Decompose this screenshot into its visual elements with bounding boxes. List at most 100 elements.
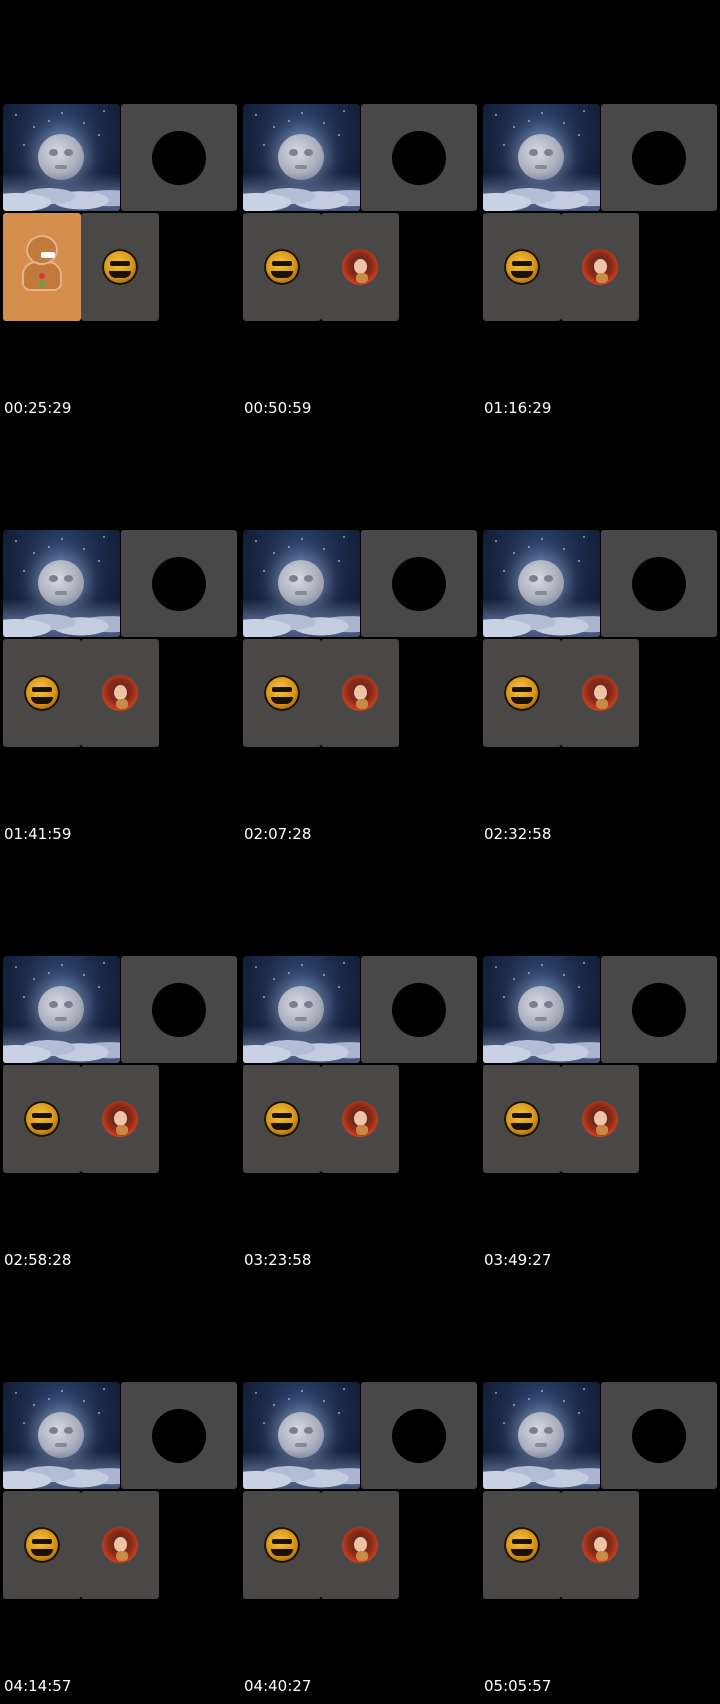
star-icon [528, 972, 530, 974]
star-icon [255, 540, 257, 542]
timestamp-label: 02:58:28 [4, 1251, 72, 1269]
star-icon [528, 1398, 530, 1400]
participant-tile [561, 1065, 639, 1173]
star-icon [541, 538, 543, 540]
star-icon [61, 538, 63, 540]
star-icon [503, 144, 505, 146]
participant-tile [321, 1065, 399, 1173]
black-circle-icon [632, 131, 686, 185]
star-icon [33, 552, 35, 554]
moon-eye [304, 1001, 313, 1008]
thumbnail-cell[interactable]: 03:23:58 [240, 852, 480, 1278]
thumbnail-cell[interactable]: 02:58:28 [0, 852, 240, 1278]
star-icon [23, 144, 25, 146]
moon-eye [544, 1427, 553, 1434]
star-icon [323, 1400, 325, 1402]
timestamp-label: 02:07:28 [244, 825, 312, 843]
participant-tile [321, 639, 399, 747]
pumpkin-avatar-icon [504, 675, 540, 711]
moon-eye [64, 1427, 73, 1434]
star-icon [23, 1422, 25, 1424]
pumpkin-avatar-icon [24, 1101, 60, 1137]
moon-cloud-tile [243, 104, 360, 211]
star-icon [563, 122, 565, 124]
ring-tile [601, 956, 717, 1063]
redhair-avatar-icon [342, 675, 378, 711]
star-icon [528, 120, 530, 122]
star-icon [288, 546, 290, 548]
thumbnail-cell[interactable]: 01:41:59 [0, 426, 240, 852]
timestamp-label: 03:23:58 [244, 1251, 312, 1269]
moon-eye [304, 575, 313, 582]
timestamp-label: 05:05:57 [484, 1677, 552, 1695]
black-circle-icon [152, 557, 206, 611]
black-circle-icon [392, 1409, 446, 1463]
timestamp-label: 00:50:59 [244, 399, 312, 417]
thumbnail-cell[interactable]: 01:16:29 [480, 0, 720, 426]
star-icon [301, 112, 303, 114]
star-icon [578, 986, 580, 988]
moon-cloud-tile [243, 956, 360, 1063]
star-icon [583, 962, 585, 964]
star-icon [273, 552, 275, 554]
redhair-avatar-icon [342, 249, 378, 285]
star-icon [15, 1392, 17, 1394]
ring-tile [121, 956, 237, 1063]
cloud-icon [3, 599, 120, 637]
star-icon [273, 1404, 275, 1406]
black-circle-icon [392, 983, 446, 1037]
moon-eye [529, 149, 538, 156]
star-icon [255, 966, 257, 968]
redhair-avatar-icon [582, 675, 618, 711]
star-icon [98, 986, 100, 988]
cloud-icon [243, 173, 360, 211]
moon-mouth [535, 1443, 547, 1447]
moon-eye [529, 575, 538, 582]
moon-eye [544, 1001, 553, 1008]
moon-mouth [55, 591, 67, 595]
black-circle-icon [152, 1409, 206, 1463]
thumbnail-cell[interactable]: 05:05:57 [480, 1278, 720, 1704]
thumbnail-cell[interactable]: 03:49:27 [480, 852, 720, 1278]
moon-eye [289, 575, 298, 582]
gingerbread-head [26, 235, 58, 265]
thumbnail-cell[interactable]: 04:40:27 [240, 1278, 480, 1704]
participant-tile [3, 1491, 81, 1599]
moon-cloud-tile [483, 956, 600, 1063]
thumbnail-cell[interactable]: 02:07:28 [240, 426, 480, 852]
cloud-icon [3, 173, 120, 211]
black-circle-icon [392, 131, 446, 185]
gingerbread-button [39, 281, 45, 287]
participant-tile [483, 213, 561, 321]
star-icon [541, 1390, 543, 1392]
thumbnail-cell[interactable]: 04:14:57 [0, 1278, 240, 1704]
star-icon [578, 1412, 580, 1414]
ring-tile [361, 104, 477, 211]
thumbnail-cell[interactable]: 00:25:29 [0, 0, 240, 426]
star-icon [83, 974, 85, 976]
gingerbread-mouth [41, 252, 55, 258]
star-icon [98, 560, 100, 562]
star-icon [103, 1388, 105, 1390]
star-icon [301, 1390, 303, 1392]
participant-tile [3, 639, 81, 747]
moon-eye [49, 1427, 58, 1434]
star-icon [301, 964, 303, 966]
star-icon [255, 1392, 257, 1394]
moon-mouth [535, 1017, 547, 1021]
moon-mouth [535, 165, 547, 169]
star-icon [83, 548, 85, 550]
thumbnail-cell[interactable]: 02:32:58 [480, 426, 720, 852]
pumpkin-avatar-icon [264, 1101, 300, 1137]
star-icon [61, 964, 63, 966]
participant-tile [243, 1491, 321, 1599]
star-icon [98, 134, 100, 136]
star-icon [61, 1390, 63, 1392]
cloud-icon [3, 1025, 120, 1063]
moon-mouth [295, 1017, 307, 1021]
star-icon [263, 996, 265, 998]
thumbnail-cell[interactable]: 00:50:59 [240, 0, 480, 426]
star-icon [338, 134, 340, 136]
redhair-avatar-icon [102, 675, 138, 711]
star-icon [263, 1422, 265, 1424]
